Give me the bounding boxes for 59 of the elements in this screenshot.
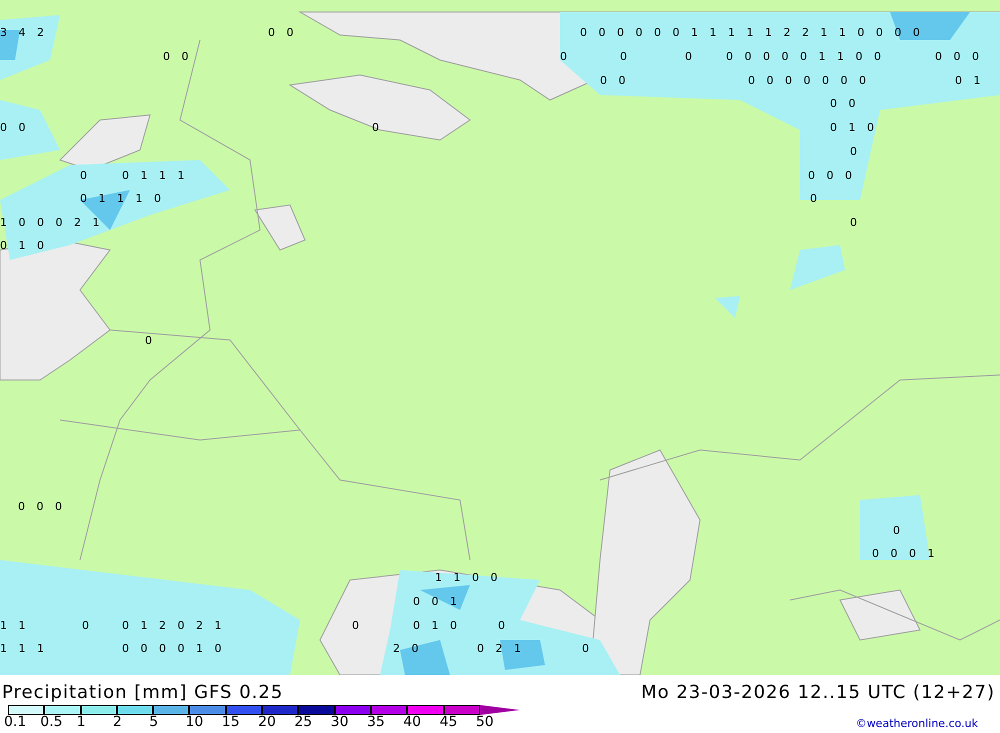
precipitation-value: 0	[850, 146, 858, 158]
precipitation-value: 0 0 0	[808, 170, 853, 182]
precipitation-value: 0	[352, 620, 360, 632]
precipitation-value: 0	[685, 51, 693, 63]
precipitation-value: 0 1 0	[413, 620, 458, 632]
precipitation-value: 0 0	[830, 98, 856, 110]
precipitation-value: 0	[82, 620, 90, 632]
precipitation-value: 0 1 1 1 0	[80, 193, 162, 205]
precipitation-value: 0	[498, 620, 506, 632]
precipitation-value: 0	[893, 525, 901, 537]
scale-label: 35	[366, 715, 386, 729]
precipitation-value: 2 0	[393, 643, 420, 655]
precipitation-value: 1 1 0 0	[435, 572, 498, 584]
precipitation-value: 0 0	[600, 75, 626, 87]
precipitation-value: 0 2 1	[477, 643, 522, 655]
scale-label: 20	[258, 715, 277, 729]
precipitation-value: 0 1 2 0 2 1	[122, 620, 222, 632]
scale-label: 0.1	[4, 715, 28, 729]
credit-link[interactable]: ©weatheronline.co.uk	[856, 717, 978, 730]
scale-label: 30	[330, 715, 350, 729]
scale-label: 5	[149, 715, 160, 729]
precipitation-value: 0	[850, 217, 858, 229]
precipitation-value: 0 0 0 0 0 1 1 0 0	[726, 51, 882, 63]
precipitation-value: 1 0 0 0 2 1	[0, 217, 100, 229]
precipitation-value: 0	[560, 51, 568, 63]
precipitation-value: 0	[620, 51, 628, 63]
precipitation-value: 0 0	[163, 51, 190, 63]
precipitation-value: 0 0 0	[935, 51, 980, 63]
scale-label: 45	[440, 715, 458, 729]
scale-label: 10	[185, 715, 204, 729]
precipitation-value: 0 0	[0, 122, 26, 134]
precipitation-value: 0 1	[955, 75, 982, 87]
precipitation-value: 0	[372, 122, 380, 134]
precipitation-value: 0	[810, 193, 818, 205]
precipitation-value: 0 0 0 0 0 0 1 1 1 1 1 2 2 1 1 0 0 0 0	[580, 27, 921, 39]
scale-label: 25	[294, 715, 314, 729]
precipitation-value: 0 0 1	[413, 596, 458, 608]
precipitation-value: 0 1 1 1	[122, 170, 186, 182]
precipitation-value: 0 0 0 0 1 0	[122, 643, 222, 655]
scale-label: 40	[403, 715, 422, 729]
scale-label: 2	[112, 715, 123, 729]
scale-label: 15	[222, 715, 241, 729]
precipitation-value: 0 0 0 1	[872, 548, 936, 560]
valid-time: Mo 23-03-2026 12..15 UTC (12+27)	[641, 683, 995, 703]
precipitation-value: 0	[145, 335, 153, 347]
precipitation-value: 0	[80, 170, 88, 182]
scale-label: 50	[476, 715, 495, 729]
map-title: Precipitation [mm] GFS 0.25	[2, 683, 284, 703]
precipitation-value: 0	[582, 643, 590, 655]
precipitation-value: 0 0 0	[18, 501, 63, 513]
scale-label: 1	[76, 715, 87, 729]
precipitation-value: 0 1 0	[0, 240, 45, 252]
precipitation-value: 0 0	[268, 27, 294, 39]
precipitation-value: 1 1	[0, 620, 26, 632]
precipitation-value: 0 0 0 0 0 0 0	[748, 75, 867, 87]
precipitation-value: 3 4 2	[0, 27, 45, 39]
precipitation-value: 1 1 1	[0, 643, 45, 655]
precipitation-value: 0 1 0	[830, 122, 875, 134]
scale-label: 0.5	[40, 715, 64, 729]
